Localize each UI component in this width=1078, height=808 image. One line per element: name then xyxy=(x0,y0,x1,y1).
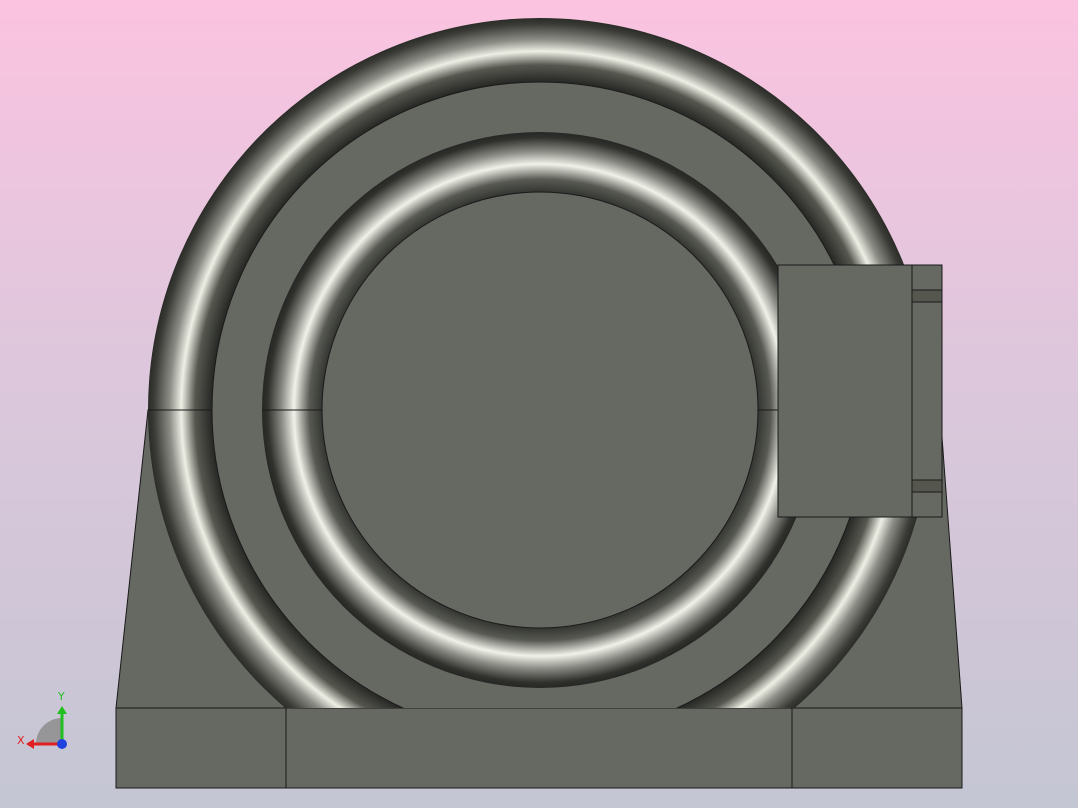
y-axis-label: Y xyxy=(57,690,65,703)
triad-quadrant xyxy=(36,718,62,744)
x-arrowhead xyxy=(26,739,34,749)
cad-viewport[interactable]: X Y xyxy=(0,0,1078,808)
side-lug xyxy=(777,264,943,518)
axis-triad: X Y xyxy=(17,690,67,749)
lug-notch-top xyxy=(911,289,943,303)
z-axis-dot xyxy=(57,739,67,749)
y-arrowhead xyxy=(57,706,67,714)
x-axis-label: X xyxy=(17,734,25,747)
base-foot xyxy=(115,707,963,789)
model-view[interactable]: X Y xyxy=(0,0,1078,808)
bore-face xyxy=(321,191,759,629)
lug-notch-bottom xyxy=(911,479,943,493)
